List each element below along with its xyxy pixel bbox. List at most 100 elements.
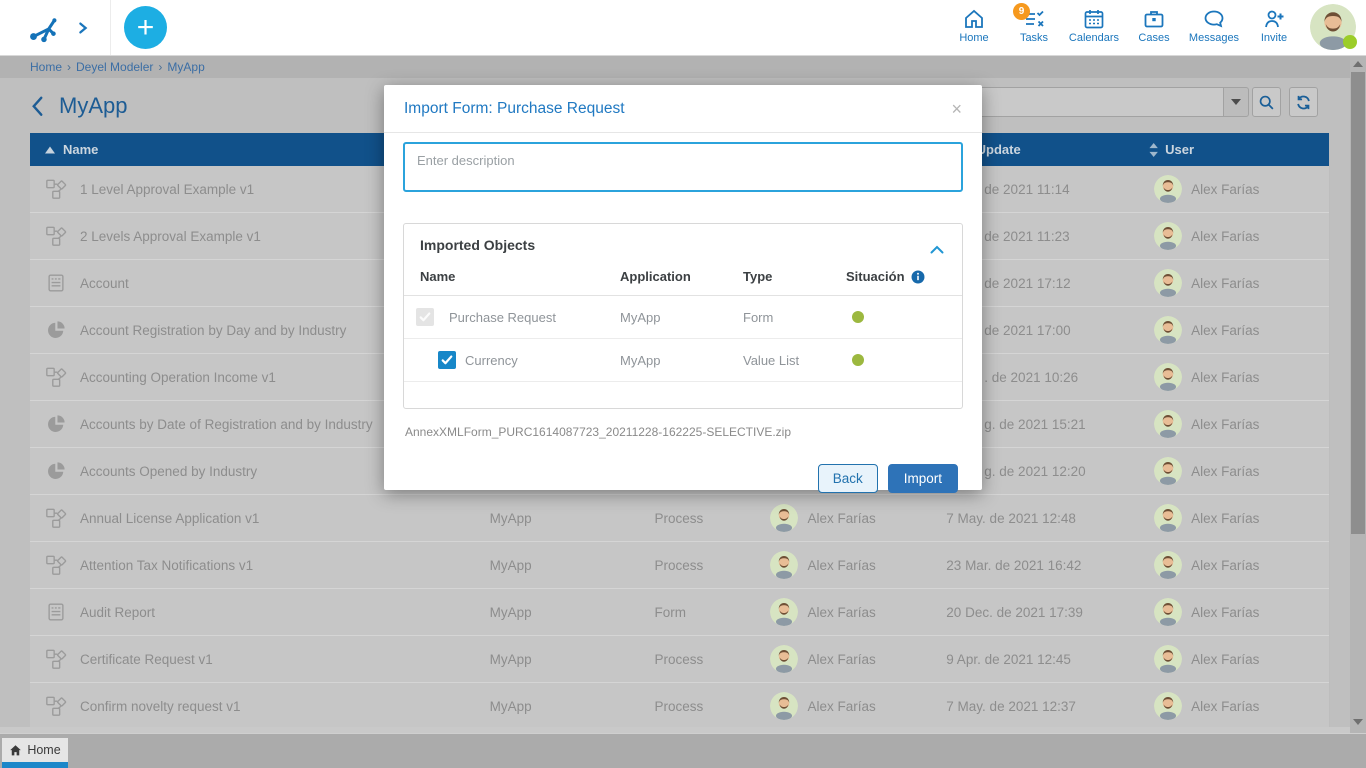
table-row[interactable]: Audit ReportMyAppFormAlex Farías20 Dec. … — [30, 589, 1329, 636]
column-header-user[interactable]: User — [1139, 142, 1329, 157]
collapse-chevron-up-icon[interactable] — [930, 241, 944, 250]
logo-area[interactable] — [0, 0, 111, 55]
cell-application: MyApp — [470, 605, 635, 620]
cell-user: Alex Farías — [1139, 551, 1329, 579]
breadcrumb-item[interactable]: MyApp — [167, 60, 204, 74]
invite-icon — [1262, 7, 1286, 31]
scroll-up-arrow-icon[interactable] — [1353, 61, 1363, 67]
user-name: Alex Farías — [807, 652, 875, 667]
breadcrumb-item[interactable]: Home — [30, 60, 62, 74]
modal-close-button[interactable]: × — [951, 100, 962, 118]
status-dot-green — [852, 354, 864, 366]
back-chevron-icon[interactable] — [30, 95, 45, 117]
cell-user: Alex Farías — [1139, 692, 1329, 720]
search-input[interactable] — [960, 87, 1223, 117]
breadcrumb-item[interactable]: Deyel Modeler — [76, 60, 153, 74]
object-name: 2 Levels Approval Example v1 — [80, 229, 261, 244]
cell-name: Confirm novelty request v1 — [30, 695, 470, 717]
object-name: Annual License Application v1 — [80, 511, 259, 526]
nav-item-cases[interactable]: Cases — [1124, 0, 1184, 56]
info-icon[interactable] — [911, 270, 925, 284]
cell-last-update: 7 May. de 2021 12:48 — [939, 511, 1139, 526]
tasks-badge: 9 — [1013, 3, 1030, 20]
table-row[interactable]: Attention Tax Notifications v1MyAppProce… — [30, 542, 1329, 589]
cell-type: Process — [635, 511, 760, 526]
nav-label: Invite — [1244, 32, 1304, 44]
object-name: Purchase Request — [449, 310, 556, 325]
import-button[interactable]: Import — [888, 464, 958, 493]
nav-item-calendars[interactable]: Calendars — [1064, 0, 1124, 56]
chart-icon — [45, 413, 67, 435]
page-title: MyApp — [59, 93, 127, 119]
imported-object-row: CurrencyMyAppValue List — [404, 339, 962, 382]
refresh-button[interactable] — [1289, 87, 1318, 117]
user-name: Alex Farías — [1191, 276, 1259, 291]
object-name: Account — [80, 276, 129, 291]
user-avatar[interactable] — [1310, 4, 1356, 50]
cell-name: Audit Report — [30, 601, 470, 623]
nav-item-messages[interactable]: Messages — [1184, 0, 1244, 56]
panel-rows: Purchase RequestMyAppFormCurrencyMyAppVa… — [404, 296, 962, 382]
chart-icon — [45, 319, 67, 341]
avatar — [770, 504, 798, 532]
cell-user: Alex Farías — [759, 504, 939, 532]
tab-home[interactable]: Home — [2, 738, 68, 762]
user-name: Alex Farías — [1191, 323, 1259, 338]
object-name: Audit Report — [80, 605, 155, 620]
chart-icon — [45, 460, 67, 482]
refresh-icon — [1295, 94, 1312, 111]
user-name: Alex Farías — [807, 511, 875, 526]
checkbox-checked[interactable] — [438, 351, 456, 369]
add-button[interactable]: + — [124, 6, 167, 49]
description-textarea[interactable] — [403, 142, 963, 192]
cell-name: Certificate Request v1 — [30, 648, 470, 670]
nav-label: Cases — [1124, 32, 1184, 44]
cell-last-update: 23 Mar. de 2021 16:42 — [939, 558, 1139, 573]
avatar — [770, 645, 798, 673]
table-row[interactable]: Certificate Request v1MyAppProcessAlex F… — [30, 636, 1329, 683]
nav-item-tasks[interactable]: 9Tasks — [1004, 0, 1064, 56]
avatar — [1154, 504, 1182, 532]
cell-application: MyApp — [470, 558, 635, 573]
nav-label: Calendars — [1064, 32, 1124, 44]
search-options-caret[interactable] — [1223, 87, 1249, 117]
bottom-tab-bar: Home — [0, 733, 1366, 768]
form-icon — [45, 272, 67, 294]
nav-item-home[interactable]: Home — [944, 0, 1004, 56]
cell-user: Alex Farías — [1139, 363, 1329, 391]
search-button[interactable] — [1252, 87, 1281, 117]
cell-last-update: 7 May. de 2021 12:37 — [939, 699, 1139, 714]
scroll-down-arrow-icon[interactable] — [1353, 719, 1363, 725]
nav-item-invite[interactable]: Invite — [1244, 0, 1304, 56]
cell-user: Alex Farías — [759, 551, 939, 579]
sort-both-icon — [1149, 143, 1159, 157]
sort-ascending-icon — [45, 145, 55, 155]
table-row[interactable]: Annual License Application v1MyAppProces… — [30, 495, 1329, 542]
user-name: Alex Farías — [807, 605, 875, 620]
cell-user: Alex Farías — [1139, 457, 1329, 485]
home-tab-icon — [9, 744, 22, 757]
cell-name: Purchase Request — [404, 308, 620, 326]
avatar — [1154, 551, 1182, 579]
cell-last-update: 9 Apr. de 2021 12:45 — [939, 652, 1139, 667]
cell-application: MyApp — [620, 310, 743, 325]
avatar — [1154, 363, 1182, 391]
object-name: Accounting Operation Income v1 — [80, 370, 276, 385]
cell-last-update: 20 Dec. de 2021 17:39 — [939, 605, 1139, 620]
sidebar-expand-icon[interactable] — [76, 21, 90, 35]
user-name: Alex Farías — [1191, 699, 1259, 714]
scrollbar-thumb[interactable] — [1351, 72, 1365, 534]
table-row[interactable]: Confirm novelty request v1MyAppProcessAl… — [30, 683, 1329, 730]
avatar — [1154, 692, 1182, 720]
cell-name: Currency — [404, 351, 620, 369]
online-status-dot — [1343, 35, 1357, 49]
deyel-modeler-app: + Home9TasksCalendarsCasesMessagesInvite… — [0, 0, 1366, 768]
user-name: Alex Farías — [1191, 605, 1259, 620]
top-bar: + Home9TasksCalendarsCasesMessagesInvite — [0, 0, 1366, 56]
object-name: Accounts Opened by Industry — [80, 464, 257, 479]
back-button[interactable]: Back — [818, 464, 878, 493]
cell-type: Process — [635, 699, 760, 714]
imported-object-row: Purchase RequestMyAppForm — [404, 296, 962, 339]
import-filename: AnnexXMLForm_PURC1614087723_20211228-162… — [405, 425, 961, 439]
vertical-scrollbar[interactable] — [1350, 56, 1366, 733]
